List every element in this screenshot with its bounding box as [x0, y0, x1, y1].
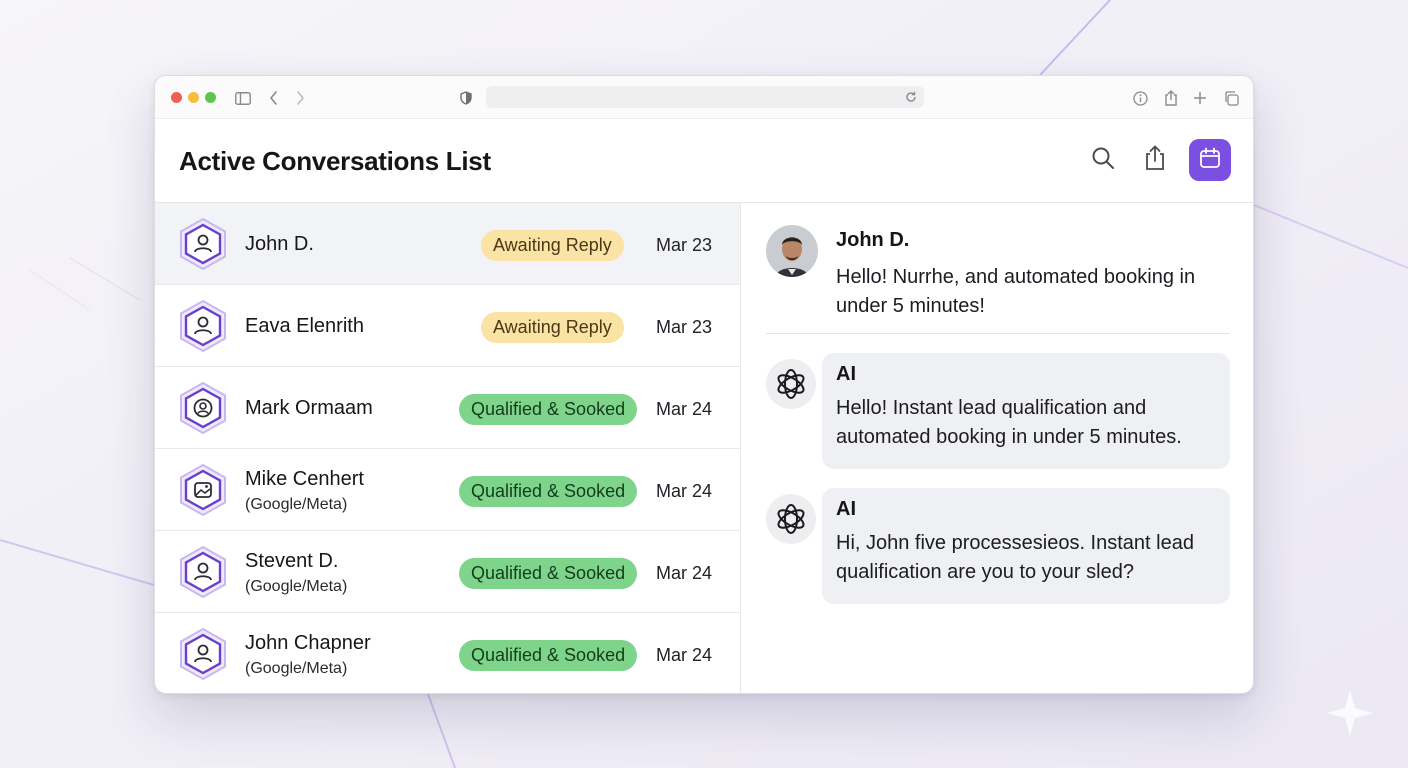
status-badge: Qualified & Sooked	[459, 476, 638, 507]
new-tab-plus-icon[interactable]	[1190, 88, 1210, 108]
browser-share-icon[interactable]	[1161, 88, 1181, 108]
contact-name: John D.	[245, 233, 314, 255]
message-text: Hello! Instant lead qualification and au…	[836, 397, 1182, 448]
status-badge: Awaiting Reply	[481, 230, 624, 261]
browser-toolbar	[155, 76, 1253, 119]
reload-icon[interactable]	[902, 88, 920, 106]
calendar-button[interactable]	[1189, 139, 1231, 181]
share-icon	[1144, 144, 1166, 176]
user-icon	[177, 217, 229, 271]
conversation-row[interactable]: Eava Elenrith Awaiting Reply Mar 23	[155, 285, 740, 367]
info-icon[interactable]	[1130, 88, 1150, 108]
conversation-date: Mar 24	[655, 481, 712, 501]
search-icon	[1091, 146, 1115, 175]
ai-logo-icon	[766, 359, 816, 409]
conversation-row[interactable]: Stevent D. (Google/Meta) Qualified & Soo…	[155, 531, 740, 613]
forward-chevron-icon[interactable]	[290, 88, 310, 108]
page-header: Active Conversations List	[155, 119, 1253, 203]
chat-panel: John D. Hello! Nurrhe, and automated boo…	[742, 203, 1253, 693]
contact-name: Eava Elenrith	[245, 315, 364, 337]
status-badge: Qualified & Sooked	[459, 558, 638, 589]
tabs-overview-icon[interactable]	[1221, 88, 1241, 108]
status-badge: Qualified & Sooked	[459, 394, 638, 425]
contact-source: (Google/Meta)	[245, 496, 348, 513]
message-bubble: AI Hi, John five processesieos. Instant …	[822, 488, 1230, 604]
contact-name: John Chapner	[245, 632, 371, 654]
user-circle-icon	[177, 381, 229, 435]
message-bubble: AI Hello! Instant lead qualification and…	[822, 353, 1230, 469]
status-badge: Awaiting Reply	[481, 312, 624, 343]
image-icon	[177, 463, 229, 517]
message-divider	[766, 333, 1230, 334]
user-icon	[177, 627, 229, 681]
privacy-shield-icon[interactable]	[456, 88, 476, 108]
contact-name: Mark Ormaam	[245, 397, 373, 419]
conversation-list: John D. Awaiting Reply Mar 23 Eava Elenr…	[155, 203, 741, 693]
back-chevron-icon[interactable]	[264, 88, 284, 108]
contact-name: Stevent D.	[245, 550, 339, 572]
message-sender: John D.	[836, 229, 910, 251]
message-text: Hello! Nurrhe, and automated booking in …	[836, 266, 1196, 317]
message-text: Hi, John five processesieos. Instant lea…	[836, 532, 1194, 583]
contact-name: Mike Cenhert	[245, 468, 364, 490]
conversation-date: Mar 23	[655, 235, 712, 255]
browser-window: Active Conversations List John D. Awaiti…	[154, 75, 1254, 694]
conversation-date: Mar 23	[655, 317, 712, 337]
minimize-window-button[interactable]	[188, 92, 199, 103]
calendar-icon	[1199, 147, 1221, 174]
contact-source: (Google/Meta)	[245, 578, 348, 595]
avatar	[766, 225, 818, 277]
sidebar-toggle-icon[interactable]	[233, 88, 253, 108]
close-window-button[interactable]	[171, 92, 182, 103]
address-bar[interactable]	[486, 86, 924, 108]
conversation-row[interactable]: Mike Cenhert (Google/Meta) Qualified & S…	[155, 449, 740, 531]
conversation-row[interactable]: Mark Ormaam Qualified & Sooked Mar 24	[155, 367, 740, 449]
search-button[interactable]	[1082, 139, 1124, 181]
status-badge: Qualified & Sooked	[459, 640, 638, 671]
conversation-row[interactable]: John D. Awaiting Reply Mar 23	[155, 203, 740, 285]
conversation-date: Mar 24	[655, 399, 712, 419]
maximize-window-button[interactable]	[205, 92, 216, 103]
conversation-row[interactable]: John Chapner (Google/Meta) Qualified & S…	[155, 613, 740, 693]
ai-logo-icon	[766, 494, 816, 544]
conversation-date: Mar 24	[655, 563, 712, 583]
user-icon	[177, 545, 229, 599]
user-icon	[177, 299, 229, 353]
contact-source: (Google/Meta)	[245, 660, 348, 677]
conversation-date: Mar 24	[655, 645, 712, 665]
message-sender: AI	[836, 363, 856, 385]
share-button[interactable]	[1134, 139, 1176, 181]
page-title: Active Conversations List	[179, 146, 491, 176]
message-sender: AI	[836, 498, 856, 520]
